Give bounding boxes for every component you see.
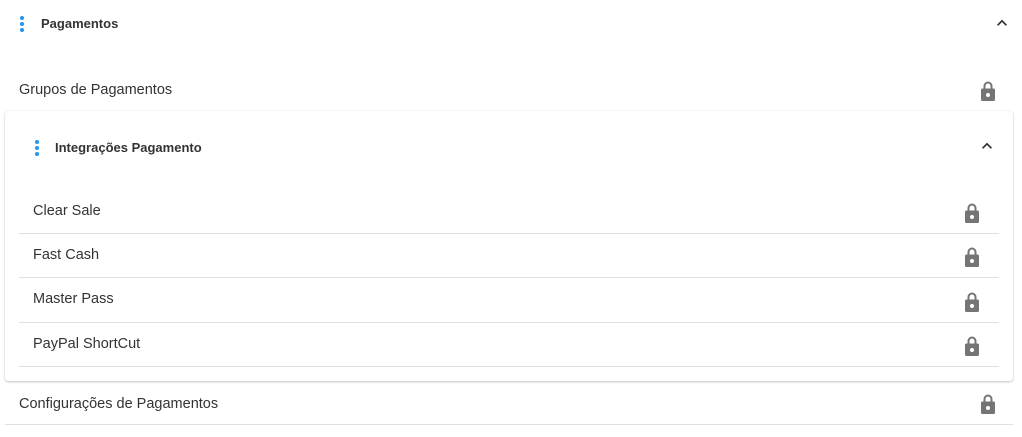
master-pass-lock-icon[interactable]: [963, 291, 981, 313]
pagamentos-title: Pagamentos: [41, 16, 119, 31]
grupos-pagamentos-label: Grupos de Pagamentos: [19, 82, 173, 98]
clear-sale-lock-icon[interactable]: [963, 202, 981, 224]
divider: [5, 424, 1013, 425]
integracoes-title: Integrações Pagamento: [55, 140, 202, 155]
integracoes-more-vert-icon[interactable]: [35, 140, 39, 156]
configuracoes-pagamentos-label: Configurações de Pagamentos: [19, 396, 219, 412]
pagamentos-header: Pagamentos: [0, 0, 1022, 48]
divider: [19, 366, 999, 367]
integracao-item-label: PayPal ShortCut: [33, 336, 141, 352]
integracao-item-paypal-shortcut[interactable]: PayPal ShortCut: [33, 322, 983, 366]
integracao-item-fast-cash[interactable]: Fast Cash: [33, 233, 983, 277]
grupos-pagamentos-lock-icon[interactable]: [979, 80, 997, 102]
grupos-pagamentos-row[interactable]: Grupos de Pagamentos: [19, 72, 1003, 108]
integracoes-pagamento-panel: Integrações Pagamento Clear Sale Fast Ca…: [5, 111, 1013, 381]
integracao-item-master-pass[interactable]: Master Pass: [33, 277, 983, 321]
pagamentos-chevron-up-icon[interactable]: [992, 13, 1012, 33]
integracao-item-clear-sale[interactable]: Clear Sale: [33, 189, 983, 233]
configuracoes-pagamentos-lock-icon[interactable]: [979, 393, 997, 415]
integracao-item-label: Clear Sale: [33, 203, 101, 219]
integracoes-chevron-up-icon[interactable]: [977, 136, 997, 156]
fast-cash-lock-icon[interactable]: [963, 246, 981, 268]
paypal-shortcut-lock-icon[interactable]: [963, 335, 981, 357]
integracao-item-label: Master Pass: [33, 291, 114, 307]
pagamentos-more-vert-icon[interactable]: [20, 16, 24, 32]
integracao-item-label: Fast Cash: [33, 247, 100, 263]
configuracoes-pagamentos-row[interactable]: Configurações de Pagamentos: [19, 386, 1003, 422]
